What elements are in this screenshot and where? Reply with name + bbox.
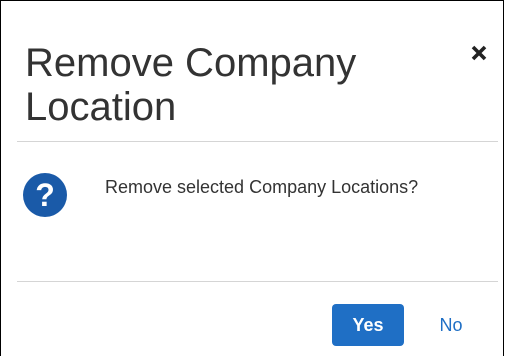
close-button[interactable] (465, 39, 493, 67)
no-button[interactable]: No (421, 304, 481, 346)
footer-divider (17, 281, 498, 282)
dialog-title: Remove Company Location (25, 41, 357, 129)
header-divider (17, 141, 498, 142)
question-icon: ? (21, 171, 69, 219)
remove-location-dialog: Remove Company Location ? Remove selecte… (0, 0, 504, 356)
yes-button[interactable]: Yes (332, 304, 404, 346)
close-icon (471, 45, 487, 61)
confirmation-message: Remove selected Company Locations? (105, 177, 419, 197)
svg-text:?: ? (35, 177, 55, 213)
